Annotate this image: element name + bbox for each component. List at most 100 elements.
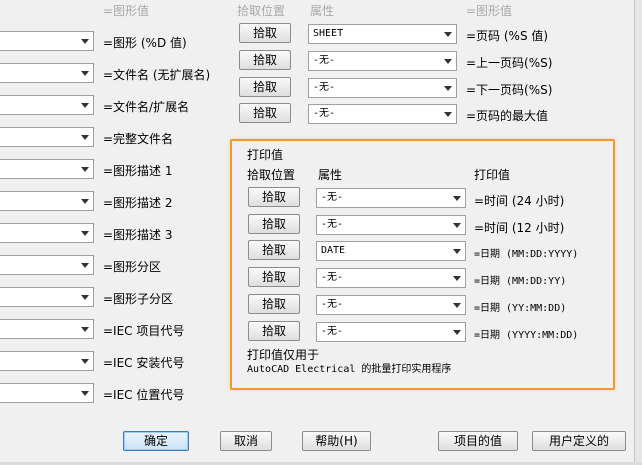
left-row-label: =文件名/扩展名 [103, 100, 190, 114]
right-attribute-dropdown-value: SHEET [313, 28, 344, 39]
header-pick-position: 拾取位置 [237, 4, 286, 18]
print-col-pick: 拾取位置 [247, 168, 296, 182]
user-defined-button[interactable]: 用户定义的 [532, 431, 626, 451]
print-pick-button[interactable]: 拾取 [248, 321, 300, 341]
right-row-label: =页码 (%S 值) [466, 29, 549, 43]
chevron-down-icon[interactable] [449, 296, 465, 314]
print-col-value: 打印值 [474, 168, 511, 182]
chevron-down-icon[interactable] [440, 105, 456, 123]
print-row-label: =日期 (MM:DD:YY) [474, 276, 567, 287]
pick-button[interactable]: 拾取 [239, 23, 291, 43]
print-group-title: 打印值 [247, 148, 284, 162]
print-pick-button[interactable]: 拾取 [248, 294, 300, 314]
print-attribute-dropdown[interactable]: -无- [316, 268, 466, 288]
print-row-label: =日期 (YY:MM:DD) [474, 303, 567, 314]
chevron-down-icon[interactable] [77, 160, 93, 178]
right-attribute-dropdown-value: -无- [313, 82, 336, 93]
left-row-label: =图形描述 3 [103, 228, 173, 242]
right-row-label: =上一页码(%S) [466, 56, 553, 70]
pick-button[interactable]: 拾取 [239, 50, 291, 70]
left-row-label: =图形 (%D 值) [103, 36, 187, 50]
print-pick-button[interactable]: 拾取 [248, 240, 300, 260]
chevron-down-icon[interactable] [77, 256, 93, 274]
print-row-label: =时间 (24 小时) [474, 194, 565, 208]
print-attribute-dropdown[interactable]: DATE [316, 241, 466, 261]
print-pick-button[interactable]: 拾取 [248, 267, 300, 287]
chevron-down-icon[interactable] [77, 352, 93, 370]
chevron-down-icon[interactable] [77, 96, 93, 114]
project-values-button[interactable]: 项目的值 [438, 431, 518, 451]
left-attribute-dropdown[interactable] [0, 351, 94, 371]
chevron-down-icon[interactable] [440, 52, 456, 70]
right-attribute-dropdown[interactable]: -无- [308, 51, 457, 71]
left-attribute-dropdown[interactable] [0, 63, 94, 83]
left-attribute-dropdown[interactable] [0, 223, 94, 243]
left-row-label: =图形描述 2 [103, 196, 173, 210]
chevron-down-icon[interactable] [449, 216, 465, 234]
chevron-down-icon[interactable] [77, 224, 93, 242]
left-attribute-dropdown[interactable] [0, 159, 94, 179]
print-note-line2: AutoCAD Electrical 的批量打印实用程序 [247, 364, 452, 375]
print-row-label: =日期 (YYYY:MM:DD) [474, 330, 579, 341]
print-attribute-dropdown[interactable]: -无- [316, 188, 466, 208]
chevron-down-icon[interactable] [449, 189, 465, 207]
header-attribute: 属性 [310, 4, 335, 18]
print-col-attr: 属性 [318, 168, 343, 182]
left-row-label: =图形子分区 [103, 292, 174, 306]
print-attribute-dropdown-value: -无- [321, 326, 344, 337]
chevron-down-icon[interactable] [77, 320, 93, 338]
right-attribute-dropdown-value: -无- [313, 108, 336, 119]
left-attribute-dropdown[interactable] [0, 95, 94, 115]
chevron-down-icon[interactable] [77, 128, 93, 146]
print-attribute-dropdown[interactable]: -无- [316, 295, 466, 315]
chevron-down-icon[interactable] [440, 79, 456, 97]
print-attribute-dropdown-value: -无- [321, 192, 344, 203]
right-attribute-dropdown-value: -无- [313, 55, 336, 66]
chevron-down-icon[interactable] [77, 64, 93, 82]
header-right-value: =图形值 [466, 4, 513, 18]
print-attribute-dropdown-value: -无- [321, 219, 344, 230]
left-attribute-dropdown[interactable] [0, 191, 94, 211]
left-row-label: =图形描述 1 [103, 164, 173, 178]
print-attribute-dropdown-value: -无- [321, 272, 344, 283]
print-pick-button[interactable]: 拾取 [248, 214, 300, 234]
left-attribute-dropdown[interactable] [0, 383, 94, 403]
left-attribute-dropdown[interactable] [0, 31, 94, 51]
right-attribute-dropdown[interactable]: -无- [308, 78, 457, 98]
left-attribute-dropdown[interactable] [0, 287, 94, 307]
right-attribute-dropdown[interactable]: -无- [308, 104, 457, 124]
chevron-down-icon[interactable] [449, 323, 465, 341]
right-row-label: =下一页码(%S) [466, 83, 553, 97]
chevron-down-icon[interactable] [77, 192, 93, 210]
left-row-label: =文件名 (无扩展名) [103, 68, 211, 82]
left-row-label: =图形分区 [103, 260, 162, 274]
pick-button[interactable]: 拾取 [239, 77, 291, 97]
chevron-down-icon[interactable] [77, 288, 93, 306]
print-attribute-dropdown[interactable]: -无- [316, 215, 466, 235]
left-attribute-dropdown[interactable] [0, 255, 94, 275]
chevron-down-icon[interactable] [449, 269, 465, 287]
chevron-down-icon[interactable] [77, 32, 93, 50]
pick-button[interactable]: 拾取 [239, 103, 291, 123]
print-row-label: =日期 (MM:DD:YYYY) [474, 249, 579, 260]
print-attribute-dropdown[interactable]: -无- [316, 322, 466, 342]
chevron-down-icon[interactable] [440, 25, 456, 43]
help-button[interactable]: 帮助(H) [302, 431, 371, 451]
header-left-value: =图形值 [103, 4, 150, 18]
left-attribute-dropdown[interactable] [0, 127, 94, 147]
print-pick-button[interactable]: 拾取 [248, 187, 300, 207]
right-attribute-dropdown[interactable]: SHEET [308, 24, 457, 44]
chevron-down-icon[interactable] [449, 242, 465, 260]
left-row-label: =完整文件名 [103, 132, 174, 146]
right-row-label: =页码的最大值 [466, 109, 549, 123]
ok-button[interactable]: 确定 [123, 431, 189, 451]
cancel-button[interactable]: 取消 [220, 431, 272, 451]
left-attribute-dropdown[interactable] [0, 319, 94, 339]
left-row-label: =IEC 安装代号 [103, 356, 185, 370]
left-row-label: =IEC 位置代号 [103, 388, 185, 402]
print-row-label: =时间 (12 小时) [474, 221, 565, 235]
print-attribute-dropdown-value: -无- [321, 299, 344, 310]
print-attribute-dropdown-value: DATE [321, 245, 346, 256]
chevron-down-icon[interactable] [77, 384, 93, 402]
window-right-edge [634, 0, 642, 465]
